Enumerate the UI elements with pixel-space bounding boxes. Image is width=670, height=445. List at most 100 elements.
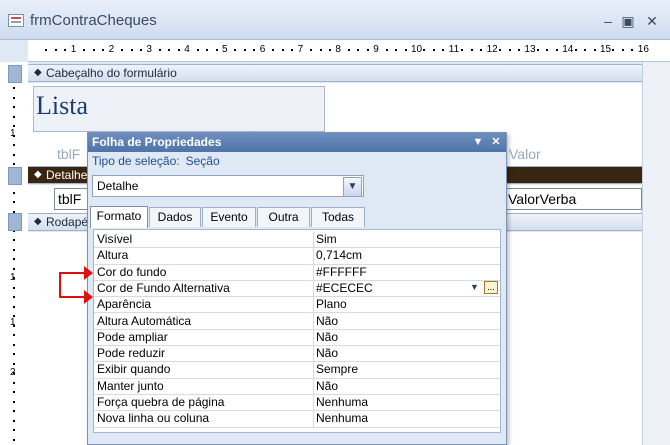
- ruler-tick: [253, 49, 256, 51]
- ruler-tick: [54, 49, 57, 51]
- ruler-tick: [45, 49, 48, 51]
- ruler-tick: [13, 106, 15, 108]
- ruler-number: 1: [70, 44, 77, 55]
- property-row[interactable]: Pode ampliar Não: [94, 328, 500, 347]
- ruler-tick: [508, 49, 511, 51]
- property-row[interactable]: Altura Automática Não: [94, 312, 500, 330]
- ruler-tick: [347, 49, 350, 51]
- vertical-ruler[interactable]: 1 1 1 2: [0, 62, 28, 445]
- ruler-number: 3: [146, 44, 152, 55]
- property-name: Força quebra de página: [96, 394, 314, 411]
- tab-dados[interactable]: Dados: [149, 207, 201, 227]
- tab-outra[interactable]: Outra: [257, 207, 310, 227]
- ruler-number: 2: [10, 367, 16, 378]
- property-value: Não: [316, 313, 339, 328]
- header-selector[interactable]: [8, 65, 22, 83]
- ruler-tick: [584, 49, 587, 51]
- property-grid: Visível Sim Altura 0,714cm Cor do fundo #FF…: [93, 229, 501, 433]
- ruler-tick: [206, 49, 209, 51]
- ruler-tick: [461, 49, 464, 51]
- property-value: Sempre: [316, 362, 359, 377]
- tab-todas[interactable]: Todas: [311, 207, 365, 227]
- ruler-tick: [574, 49, 577, 51]
- ruler-tick: [13, 381, 15, 384]
- ruler-tick: [423, 49, 426, 51]
- property-sheet-titlebar[interactable]: Folha de Propriedades ▼ ✕: [88, 133, 506, 152]
- restore-button[interactable]: ▣: [616, 10, 640, 32]
- property-value: Plano: [316, 297, 347, 312]
- ruler-number: 1: [10, 272, 16, 283]
- header-section-label: Cabeçalho do formulário: [46, 66, 177, 80]
- window-title: frmContraCheques: [30, 12, 157, 29]
- ruler-tick: [13, 438, 15, 441]
- ruler-number: 11: [448, 44, 460, 55]
- section-arrow-icon: ◆: [34, 169, 42, 180]
- property-sheet[interactable]: Folha de Propriedades ▼ ✕ Tipo de seleçã…: [87, 132, 507, 445]
- ruler-tick: [442, 49, 445, 51]
- property-name: Altura Automática: [96, 312, 314, 329]
- annotation-arrowhead-2: [84, 290, 93, 304]
- section-arrow-icon: ◆: [34, 67, 42, 78]
- selection-type-label: Tipo de seleção:: [92, 154, 180, 168]
- tab-evento[interactable]: Evento: [202, 207, 256, 227]
- property-row[interactable]: Nova linha ou coluna Nenhuma: [94, 410, 500, 428]
- header-section-bar[interactable]: ◆ Cabeçalho do formulário: [28, 64, 642, 82]
- ruler-tick: [13, 125, 15, 127]
- property-row[interactable]: Visível Sim: [94, 231, 500, 249]
- property-name: Altura: [96, 247, 314, 264]
- horizontal-ruler[interactable]: 1 2 3 4 5 6 7 8 9 10 11 12 13 14 15 16: [28, 40, 670, 62]
- ruler-tick: [83, 49, 86, 51]
- ruler-tick: [536, 49, 539, 51]
- property-row[interactable]: Pode reduzir Não: [94, 345, 500, 363]
- ruler-tick: [158, 49, 161, 51]
- build-ellipsis-button[interactable]: ...: [484, 280, 498, 294]
- property-name: Pode ampliar: [96, 328, 314, 346]
- sheet-close-icon[interactable]: ✕: [488, 133, 504, 152]
- ruler-number: 16: [637, 44, 649, 55]
- property-row[interactable]: Força quebra de página Nenhuma: [94, 394, 500, 412]
- property-row[interactable]: Cor do fundo #FFFFFF: [94, 263, 500, 281]
- ruler-number: 5: [222, 44, 228, 55]
- property-value: 0,714cm: [316, 248, 363, 263]
- ruler-tick: [432, 49, 435, 51]
- property-name: Visível: [96, 231, 314, 248]
- ruler-tick: [13, 305, 15, 308]
- ruler-tick: [13, 258, 15, 260]
- detail-selector[interactable]: [8, 167, 22, 185]
- footer-selector[interactable]: [8, 213, 22, 231]
- selection-type: Tipo de seleção: Seção: [92, 154, 220, 168]
- close-button[interactable]: ✕: [640, 10, 664, 32]
- ruler-tick: [234, 49, 237, 51]
- property-value[interactable]: #ECECEC: [316, 280, 373, 296]
- property-row[interactable]: Manter junto Não: [94, 377, 500, 395]
- form-title-label[interactable]: Lista: [33, 86, 325, 132]
- ruler-corner[interactable]: [0, 40, 28, 62]
- detail-field-valor-verba[interactable]: ValorVerba: [504, 188, 642, 210]
- object-selector-dropdown[interactable]: Detalhe ▼: [92, 175, 364, 197]
- ruler-number: 8: [335, 44, 341, 55]
- property-grid-scrollbar[interactable]: [500, 229, 506, 433]
- ruler-tick: [13, 115, 15, 118]
- ruler-tick: [310, 49, 313, 51]
- vertical-scrollbar[interactable]: [642, 62, 670, 445]
- property-row[interactable]: Aparência Plano: [94, 296, 500, 314]
- ruler-tick: [13, 410, 15, 412]
- property-row[interactable]: Cor de Fundo Alternativa #ECECEC ▼...: [94, 279, 500, 298]
- ruler-tick: [13, 144, 15, 146]
- ruler-tick: [13, 239, 15, 241]
- ruler-number: 7: [297, 44, 304, 55]
- ruler-number: 15: [600, 44, 612, 55]
- property-row[interactable]: Altura 0,714cm: [94, 247, 500, 265]
- property-name: Pode reduzir: [96, 345, 314, 362]
- ruler-tick: [13, 296, 15, 298]
- ruler-tick: [13, 201, 15, 203]
- property-row[interactable]: Exibir quando Sempre: [94, 361, 500, 379]
- annotation-arrow-stem: [59, 272, 61, 297]
- chevron-down-icon[interactable]: ▼: [343, 177, 362, 197]
- sheet-menu-icon[interactable]: ▼: [470, 133, 486, 152]
- ruler-tick: [13, 391, 15, 393]
- chevron-down-icon[interactable]: ▼: [468, 281, 481, 294]
- section-arrow-icon: ◆: [34, 216, 42, 227]
- tab-formato[interactable]: Formato: [90, 206, 148, 228]
- ruler-number: 4: [184, 44, 190, 55]
